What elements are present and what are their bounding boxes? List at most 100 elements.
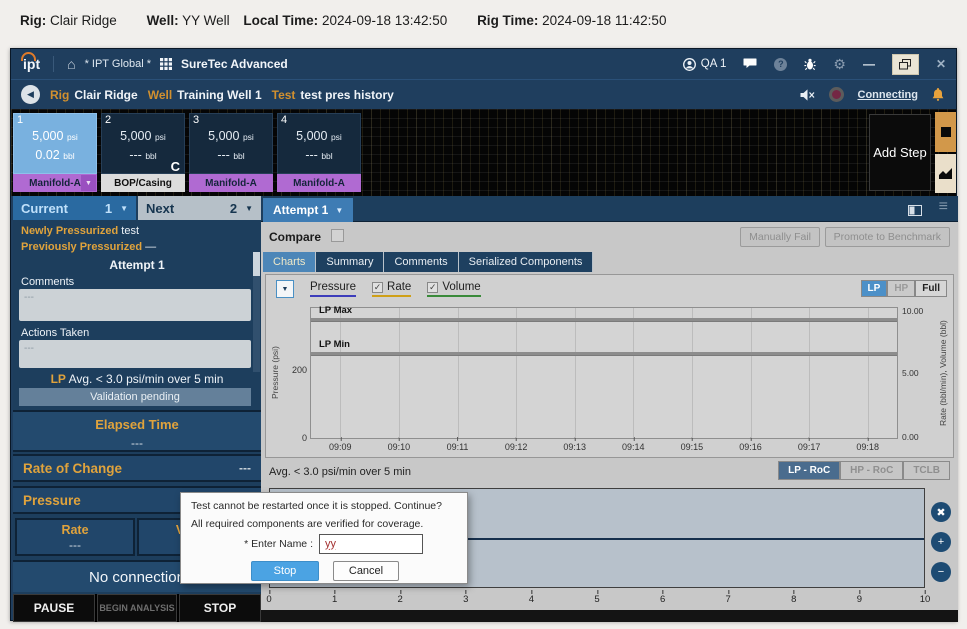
validation-status: Validation pending (19, 388, 251, 406)
tab-charts[interactable]: Charts (263, 252, 316, 272)
mute-speaker-icon[interactable] (800, 89, 815, 101)
roc-x-tick: 0 (266, 594, 271, 605)
bug-icon[interactable] (804, 58, 816, 71)
stop-button[interactable]: STOP (179, 594, 261, 622)
comments-input[interactable]: --- (19, 289, 251, 321)
tclb-button[interactable]: TCLB (903, 461, 950, 480)
attempt-tab[interactable]: Attempt 1 ▼ (263, 198, 353, 222)
lp-roc-button[interactable]: LP - RoC (778, 461, 840, 480)
previously-pressurized-row: Previously Pressurized — (21, 241, 156, 253)
scrollbar-thumb[interactable] (253, 252, 260, 276)
step-card-1-body[interactable]: 1 5,000 psi 0.02 bbl (13, 113, 97, 174)
tab-summary[interactable]: Summary (316, 252, 384, 272)
range-button-group: LP HP Full (861, 280, 947, 297)
apps-grid-icon[interactable] (160, 58, 172, 70)
breadcrumb-rig-value[interactable]: Clair Ridge (74, 88, 137, 102)
x-axis-tick: 09:18 (856, 442, 879, 452)
step-card-3[interactable]: 3 5,000 psi --- bbl Manifold-A (189, 113, 273, 192)
os-status-bar: Rig: Clair Ridge Well: YY Well Local Tim… (0, 0, 967, 28)
tab-next-step[interactable]: Next 2 ▼ (138, 196, 261, 220)
well-label: Well: (147, 13, 179, 28)
solid-view-button[interactable] (935, 112, 956, 152)
actions-taken-input[interactable]: --- (19, 340, 251, 368)
alerts-bell-icon[interactable] (932, 88, 944, 101)
enter-name-input[interactable] (319, 534, 423, 554)
add-step-button[interactable]: Add Step (869, 114, 931, 191)
compare-checkbox[interactable] (331, 229, 344, 242)
gridline (340, 308, 341, 438)
back-button[interactable]: ◀ (21, 85, 40, 104)
help-icon[interactable]: ? (774, 58, 787, 71)
step-card-3-body[interactable]: 3 5,000 psi --- bbl (189, 113, 273, 174)
current-step-number: 1 (105, 201, 112, 216)
rate-of-change-value: --- (239, 461, 251, 475)
pause-button[interactable]: PAUSE (13, 594, 95, 622)
chat-icon[interactable] (743, 58, 757, 70)
roc-x-tick: 10 (920, 594, 931, 605)
tab-comments[interactable]: Comments (384, 252, 458, 272)
tab-serialized-components[interactable]: Serialized Components (459, 252, 594, 272)
pressure-chart-plot[interactable]: 200 0 10.00 5.00 0.00 09:0909:1009:1109:… (310, 307, 898, 439)
user-menu[interactable]: QA 1 (683, 58, 727, 71)
breadcrumb-test-value[interactable]: test pres history (300, 88, 393, 102)
zoom-out-button[interactable]: − (931, 562, 951, 582)
promote-to-benchmark-button[interactable]: Promote to Benchmark (825, 227, 950, 247)
user-name: QA 1 (701, 58, 727, 70)
stop-test-dialog: Test cannot be restarted once it is stop… (180, 492, 468, 584)
rate-value: --- (17, 538, 133, 552)
x-axis-tick: 09:10 (388, 442, 411, 452)
maximize-restore-button[interactable] (892, 54, 919, 75)
chart-options-dropdown[interactable]: ▼ (276, 280, 294, 298)
hp-roc-button[interactable]: HP - RoC (840, 461, 903, 480)
step-target-selector[interactable]: Manifold-A ▼ (13, 174, 97, 192)
step-card-2-body[interactable]: 2 5,000 psi --- bbl C (101, 113, 185, 174)
pressure-series-toggle[interactable]: Pressure (310, 281, 356, 297)
step-target-dropdown[interactable]: ▼ (81, 175, 96, 191)
begin-analysis-button[interactable]: BEGIN ANALYSIS (97, 594, 177, 622)
ipt-logo: ipt (21, 56, 40, 72)
manually-fail-button[interactable]: Manually Fail (740, 227, 820, 247)
minimize-button[interactable]: — (863, 57, 875, 71)
volume-toggle-label: Volume (442, 281, 480, 293)
step-card-1[interactable]: 1 5,000 psi 0.02 bbl Manifold-A ▼ (13, 113, 97, 192)
step-target-selector[interactable]: Manifold-A (189, 174, 273, 192)
zoom-in-button[interactable]: + (931, 532, 951, 552)
tab-current-step[interactable]: Current 1 ▼ (13, 196, 136, 220)
step-target-selector[interactable]: Manifold-A (277, 174, 361, 192)
user-icon (683, 58, 696, 71)
range-full-button[interactable]: Full (915, 280, 947, 297)
chart-view-button[interactable] (935, 154, 956, 193)
step-card-4[interactable]: 4 5,000 psi --- bbl Manifold-A (277, 113, 361, 192)
connection-status-text[interactable]: Connecting (858, 89, 919, 101)
rate-checkbox[interactable]: ✓ (372, 282, 383, 293)
org-name[interactable]: * IPT Global * (85, 58, 151, 70)
home-icon[interactable]: ⌂ (67, 56, 75, 72)
dialog-cancel-button[interactable]: Cancel (333, 561, 399, 581)
step-card-4-body[interactable]: 4 5,000 psi --- bbl (277, 113, 361, 174)
step-pressure: 5,000 (120, 129, 151, 143)
breadcrumb-well-label: Well (148, 88, 172, 102)
dialog-stop-button[interactable]: Stop (251, 561, 319, 581)
compare-label: Compare (269, 230, 321, 244)
left-panel-scrollbar[interactable] (253, 252, 260, 372)
rate-series-toggle[interactable]: ✓ Rate (372, 281, 411, 297)
volume-series-toggle[interactable]: ✓ Volume (427, 281, 480, 297)
breadcrumb-well-value[interactable]: Training Well 1 (177, 88, 261, 102)
step-card-2[interactable]: 2 5,000 psi --- bbl C BOP/Casing (101, 113, 185, 192)
breadcrumb-rig-label: Rig (50, 88, 69, 102)
range-hp-button[interactable]: HP (887, 280, 915, 297)
close-button[interactable]: ✕ (936, 57, 946, 71)
dialog-message-1: Test cannot be restarted once it is stop… (191, 500, 442, 512)
gridline (575, 308, 576, 438)
settings-gear-icon[interactable]: ⚙ (833, 57, 846, 71)
comments-label: Comments (21, 276, 74, 288)
rig-time-label: Rig Time: (477, 13, 538, 28)
range-lp-button[interactable]: LP (861, 280, 888, 297)
layout-window-icon[interactable] (908, 203, 922, 221)
step-target-selector[interactable]: BOP/Casing (101, 174, 185, 192)
reset-zoom-button[interactable]: ✖ (931, 502, 951, 522)
menu-hamburger-icon[interactable]: ≡ (939, 198, 948, 216)
volume-checkbox[interactable]: ✓ (427, 282, 438, 293)
pressure-unit: psi (155, 132, 166, 142)
step-target-label: Manifold-A (293, 178, 345, 189)
